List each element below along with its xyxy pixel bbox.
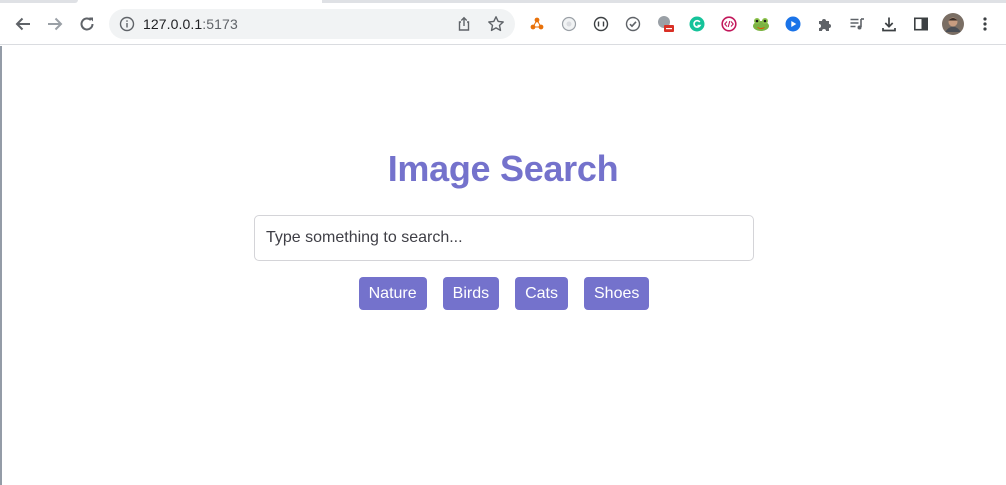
star-icon[interactable]	[487, 15, 505, 33]
avatar[interactable]	[941, 12, 965, 36]
reload-icon	[80, 17, 94, 31]
category-chips: Nature Birds Cats Shoes	[0, 277, 1006, 310]
url-port: :5173	[202, 16, 238, 32]
chip-shoes-button[interactable]: Shoes	[584, 277, 650, 310]
info-icon[interactable]	[119, 16, 135, 32]
kebab-menu-icon[interactable]	[976, 15, 994, 33]
media-queue-icon[interactable]	[848, 15, 866, 33]
extension-e-icon[interactable]	[656, 15, 674, 33]
url-host: 127.0.0.1	[143, 16, 203, 32]
reload-button[interactable]	[74, 11, 100, 37]
chip-cats-button[interactable]: Cats	[515, 277, 568, 310]
grammarly-icon[interactable]	[688, 15, 706, 33]
page-title: Image Search	[387, 148, 619, 189]
page-content	[0, 46, 1006, 485]
frog-extension-icon[interactable]	[752, 15, 770, 33]
search-input[interactable]	[254, 215, 754, 261]
extension-f-icon[interactable]	[720, 15, 738, 33]
extension-g-icon[interactable]	[784, 15, 802, 33]
sidepanel-icon[interactable]	[912, 15, 930, 33]
arrow-left-icon	[15, 17, 30, 31]
chip-nature-button[interactable]: Nature	[358, 277, 427, 310]
address-bar[interactable]: 127.0.0.1:5173	[109, 9, 515, 39]
extension-d-icon[interactable]	[624, 15, 642, 33]
chip-birds-button[interactable]: Birds	[442, 277, 500, 310]
window-edge	[0, 46, 2, 485]
arrow-right-icon	[48, 17, 63, 31]
browser-toolbar: 127.0.0.1:5173	[0, 3, 1006, 45]
url-text[interactable]: 127.0.0.1:5173	[143, 16, 238, 32]
forward-button[interactable]	[42, 11, 68, 37]
extension-c-icon[interactable]	[592, 15, 610, 33]
extension-b-icon[interactable]	[560, 15, 578, 33]
share-icon[interactable]	[456, 16, 472, 32]
puzzle-icon[interactable]	[816, 15, 834, 33]
back-button[interactable]	[10, 11, 36, 37]
download-icon[interactable]	[880, 15, 898, 33]
extension-a-icon[interactable]	[528, 15, 546, 33]
